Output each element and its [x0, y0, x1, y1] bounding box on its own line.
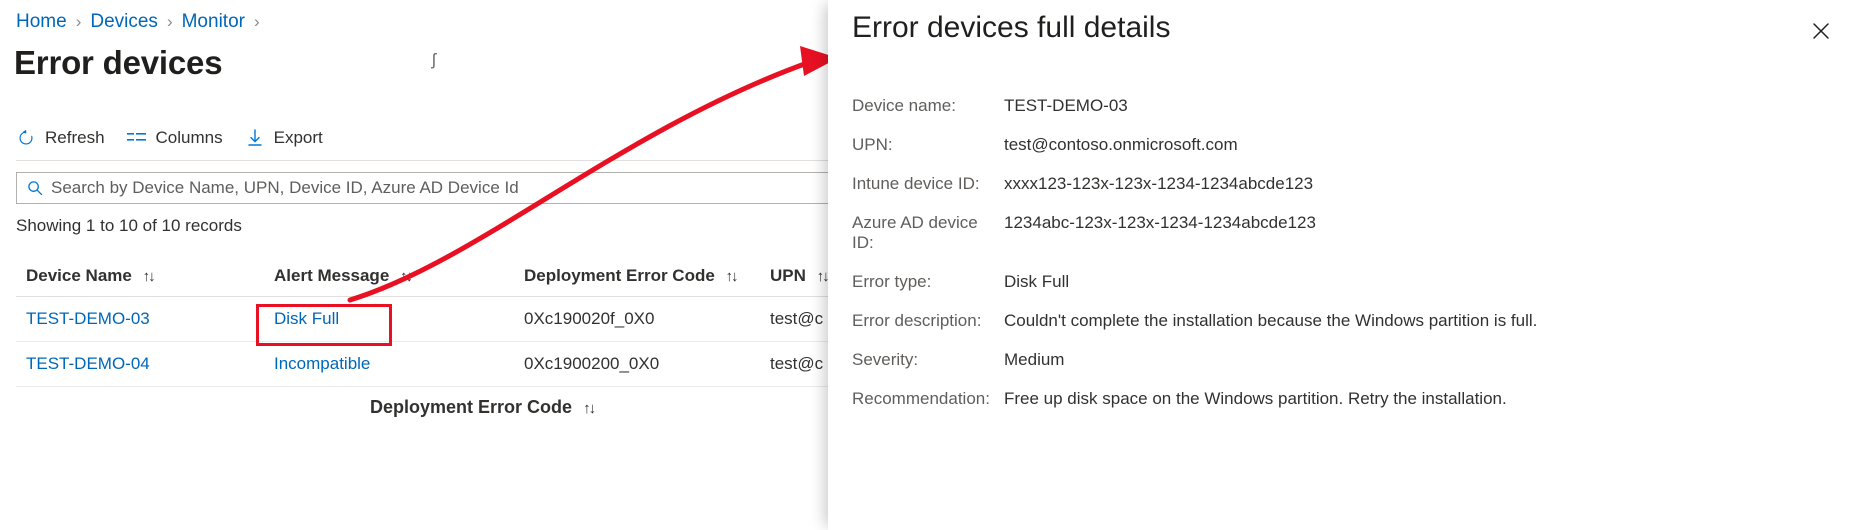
detail-value: xxxx123-123x-123x-1234-1234abcde123 — [1004, 174, 1313, 194]
detail-label: Intune device ID: — [852, 174, 1004, 194]
detail-value: Disk Full — [1004, 272, 1069, 292]
detail-row-severity: Severity: Medium — [852, 350, 1850, 370]
close-icon[interactable] — [1804, 14, 1838, 48]
cell-device-name: TEST-DEMO-04 — [16, 342, 264, 387]
refresh-icon — [16, 128, 36, 148]
search-icon — [26, 179, 44, 197]
detail-row-error-type: Error type: Disk Full — [852, 272, 1850, 292]
breadcrumb-separator-icon: › — [167, 10, 173, 34]
breadcrumb-item-monitor[interactable]: Monitor — [182, 10, 245, 34]
detail-value: 1234abc-123x-123x-1234-1234abcde123 — [1004, 213, 1316, 233]
breadcrumb: Home › Devices › Monitor › — [16, 10, 269, 34]
detail-row-intune-device-id: Intune device ID: xxxx123-123x-123x-1234… — [852, 174, 1850, 194]
column-header-device-name[interactable]: Device Name ↑↓ — [16, 258, 264, 297]
sort-icon[interactable]: ↑↓ — [817, 268, 828, 285]
column-header-label: Device Name — [26, 266, 132, 285]
sort-icon[interactable]: ↑↓ — [583, 400, 594, 417]
detail-label: Error type: — [852, 272, 1004, 292]
sort-icon[interactable]: ↑↓ — [143, 268, 154, 285]
refresh-button[interactable]: Refresh — [16, 122, 105, 154]
breadcrumb-separator-icon: › — [254, 10, 260, 34]
cell-alert-message: Disk Full — [264, 297, 514, 342]
detail-value: test@contoso.onmicrosoft.com — [1004, 135, 1238, 155]
cell-device-name: TEST-DEMO-03 — [16, 297, 264, 342]
detail-label: Azure AD device ID: — [852, 213, 1004, 253]
record-count-status: Showing 1 to 10 of 10 records — [16, 216, 242, 236]
detail-row-upn: UPN: test@contoso.onmicrosoft.com — [852, 135, 1850, 155]
breadcrumb-item-devices[interactable]: Devices — [90, 10, 158, 34]
detail-value: Free up disk space on the Windows partit… — [1004, 389, 1507, 409]
detail-row-azure-ad-device-id: Azure AD device ID: 1234abc-123x-123x-12… — [852, 213, 1850, 253]
cell-error-code: 0Xc190020f_0X0 — [514, 297, 760, 342]
sort-icon[interactable]: ↑↓ — [726, 268, 737, 285]
column-header-deployment-error-code[interactable]: Deployment Error Code ↑↓ — [514, 258, 760, 297]
title-artifact-glyph: ʃ — [432, 50, 436, 70]
column-header-label: Deployment Error Code — [524, 266, 715, 285]
breadcrumb-separator-icon: › — [76, 10, 82, 34]
breadcrumb-item-home[interactable]: Home — [16, 10, 67, 34]
column-header-label: UPN — [770, 266, 806, 285]
refresh-label: Refresh — [45, 128, 105, 148]
detail-row-device-name: Device name: TEST-DEMO-03 — [852, 96, 1850, 116]
columns-label: Columns — [156, 128, 223, 148]
error-details-panel: Error devices full details Device name: … — [828, 0, 1868, 530]
detail-label: Error description: — [852, 311, 1004, 331]
detail-value: Medium — [1004, 350, 1064, 370]
cell-error-code: 0Xc1900200_0X0 — [514, 342, 760, 387]
export-label: Export — [274, 128, 323, 148]
panel-title: Error devices full details — [852, 8, 1170, 48]
detail-label: Severity: — [852, 350, 1004, 370]
detail-label: UPN: — [852, 135, 1004, 155]
page-title: Error devices — [14, 42, 222, 84]
detail-row-error-description: Error description: Couldn't complete the… — [852, 311, 1850, 331]
detail-label: Recommendation: — [852, 389, 1004, 409]
sort-icon[interactable]: ↑↓ — [400, 268, 411, 285]
device-name-link[interactable]: TEST-DEMO-03 — [26, 309, 150, 328]
footer-sort-control[interactable]: Deployment Error Code ↑↓ — [370, 397, 594, 418]
cell-alert-message: Incompatible — [264, 342, 514, 387]
detail-label: Device name: — [852, 96, 1004, 116]
alert-message-link[interactable]: Disk Full — [274, 309, 339, 328]
alert-message-link[interactable]: Incompatible — [274, 354, 370, 373]
detail-row-recommendation: Recommendation: Free up disk space on th… — [852, 389, 1850, 409]
detail-field-list: Device name: TEST-DEMO-03 UPN: test@cont… — [852, 96, 1850, 428]
column-header-alert-message[interactable]: Alert Message ↑↓ — [264, 258, 514, 297]
footer-sort-label: Deployment Error Code — [370, 397, 572, 417]
columns-icon — [127, 128, 147, 148]
detail-value: Couldn't complete the installation becau… — [1004, 311, 1537, 331]
command-bar: Refresh Columns Export — [16, 122, 345, 154]
column-header-label: Alert Message — [274, 266, 389, 285]
download-icon — [245, 128, 265, 148]
columns-button[interactable]: Columns — [127, 122, 223, 154]
device-name-link[interactable]: TEST-DEMO-04 — [26, 354, 150, 373]
export-button[interactable]: Export — [245, 122, 323, 154]
detail-value: TEST-DEMO-03 — [1004, 96, 1128, 116]
